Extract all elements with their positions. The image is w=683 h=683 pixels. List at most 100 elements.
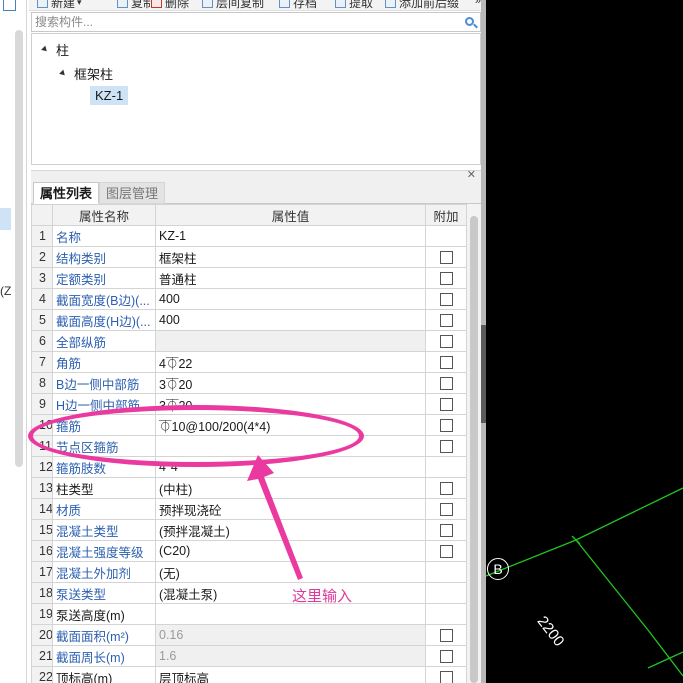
property-tabs: 属性列表 图层管理 xyxy=(31,182,481,204)
extra-checkbox[interactable] xyxy=(439,251,453,265)
property-value[interactable]: 预拌现浇砼 xyxy=(155,498,426,520)
property-value[interactable]: 400 xyxy=(155,309,426,331)
extra-checkbox[interactable] xyxy=(439,524,453,538)
property-name: 节点区箍筋 xyxy=(52,435,156,457)
property-value[interactable]: KZ-1 xyxy=(155,225,426,247)
property-value[interactable]: 3⏁20 xyxy=(155,393,426,415)
table-row[interactable]: 22 顶标高(m) 层顶标高 xyxy=(31,666,467,683)
property-name: 材质 xyxy=(52,498,156,520)
tree-node-frame-column[interactable]: 框架柱 xyxy=(59,64,113,83)
extra-checkbox[interactable] xyxy=(439,545,453,559)
property-scrollbar[interactable] xyxy=(467,204,481,683)
property-value[interactable]: 框架柱 xyxy=(155,246,426,268)
tree-node-kz1[interactable]: KZ-1 xyxy=(90,86,129,105)
table-row[interactable]: 16 混凝土强度等级 (C20) xyxy=(31,540,467,562)
property-value[interactable]: 1.6 xyxy=(155,645,426,667)
extra-checkbox[interactable] xyxy=(439,272,453,286)
property-value[interactable]: (预拌混凝土) xyxy=(155,519,426,541)
row-number: 3 xyxy=(31,267,53,289)
property-value[interactable] xyxy=(155,330,426,352)
table-row[interactable]: 19 泵送高度(m) xyxy=(31,603,467,625)
property-value[interactable]: 4⏁22 xyxy=(155,351,426,373)
table-row[interactable]: 6 全部纵筋 xyxy=(31,330,467,352)
property-value[interactable]: ⏁10@100/200(4*4) xyxy=(155,414,426,436)
table-row[interactable]: 10 箍筋 ⏁10@100/200(4*4) xyxy=(31,414,467,436)
property-name: 混凝土强度等级 xyxy=(52,540,156,562)
property-name: 箍筋肢数 xyxy=(52,456,156,478)
table-row[interactable]: 3 定额类别 普通柱 xyxy=(31,267,467,289)
table-row[interactable]: 4 截面宽度(B边)(... 400 xyxy=(31,288,467,310)
close-icon[interactable]: ✕ xyxy=(467,168,476,181)
property-name: 混凝土外加剂 xyxy=(52,561,156,583)
extra-checkbox[interactable] xyxy=(439,293,453,307)
archive-button[interactable]: 存档 xyxy=(279,0,317,10)
floor-copy-button[interactable]: 层间复制 xyxy=(202,0,264,10)
property-value[interactable] xyxy=(155,435,426,457)
partial-text: (Z xyxy=(0,284,12,298)
property-value[interactable]: 4*4 xyxy=(155,456,426,478)
extra-checkbox[interactable] xyxy=(439,503,453,517)
table-row[interactable]: 8 B边一侧中部筋 3⏁20 xyxy=(31,372,467,394)
property-value[interactable]: 3⏁20 xyxy=(155,372,426,394)
extra-checkbox[interactable] xyxy=(439,671,453,683)
table-row[interactable]: 1 名称 KZ-1 xyxy=(31,225,467,247)
table-row[interactable]: 12 箍筋肢数 4*4 xyxy=(31,456,467,478)
expand-triangle-icon[interactable] xyxy=(59,69,67,78)
table-row[interactable]: 13 柱类型 (中柱) xyxy=(31,477,467,499)
left-scrollbar[interactable] xyxy=(15,30,23,467)
panel-icon[interactable] xyxy=(3,0,16,11)
extra-checkbox[interactable] xyxy=(439,440,453,454)
row-number: 22 xyxy=(31,666,53,683)
property-value[interactable]: (无) xyxy=(155,561,426,583)
search-icon[interactable] xyxy=(465,17,474,26)
extra-cell xyxy=(425,582,467,604)
table-row[interactable]: 20 截面面积(m²) 0.16 xyxy=(31,624,467,646)
tab-layer-management[interactable]: 图层管理 xyxy=(99,182,166,204)
property-value[interactable]: 普通柱 xyxy=(155,267,426,289)
scroll-thumb[interactable] xyxy=(470,216,478,683)
table-row[interactable]: 5 截面高度(H边)(... 400 xyxy=(31,309,467,331)
extra-checkbox[interactable] xyxy=(439,482,453,496)
table-row[interactable]: 2 结构类别 框架柱 xyxy=(31,246,467,268)
property-value[interactable] xyxy=(155,603,426,625)
table-row[interactable]: 18 泵送类型 (混凝土泵) xyxy=(31,582,467,604)
extract-button[interactable]: 提取 xyxy=(335,0,373,10)
extra-checkbox[interactable] xyxy=(439,398,453,412)
add-prefix-suffix-button[interactable]: 添加前后缀 xyxy=(385,0,459,10)
property-name: 全部纵筋 xyxy=(52,330,156,352)
extra-checkbox[interactable] xyxy=(439,356,453,370)
delete-button[interactable]: 删除 xyxy=(151,0,189,10)
row-number: 12 xyxy=(31,456,53,478)
property-value[interactable]: 0.16 xyxy=(155,624,426,646)
extra-checkbox[interactable] xyxy=(439,335,453,349)
property-value[interactable]: (C20) xyxy=(155,540,426,562)
component-toolbar: 新建 ▾ 复制 删除 层间复制 存档 提取 添加前后缀 » xyxy=(29,0,485,11)
tab-property-list[interactable]: 属性列表 xyxy=(33,182,100,204)
expand-triangle-icon[interactable] xyxy=(41,45,49,54)
table-row[interactable]: 11 节点区箍筋 xyxy=(31,435,467,457)
table-row[interactable]: 14 材质 预拌现浇砼 xyxy=(31,498,467,520)
selected-item-highlight[interactable] xyxy=(0,208,11,230)
property-value[interactable]: (混凝土泵) xyxy=(155,582,426,604)
table-row[interactable]: 7 角筋 4⏁22 xyxy=(31,351,467,373)
extra-checkbox[interactable] xyxy=(439,629,453,643)
cad-canvas[interactable] xyxy=(486,0,683,683)
copy-button[interactable]: 复制 xyxy=(117,0,155,10)
search-input[interactable] xyxy=(32,13,452,31)
table-row[interactable]: 17 混凝土外加剂 (无) xyxy=(31,561,467,583)
table-row[interactable]: 21 截面周长(m) 1.6 xyxy=(31,645,467,667)
table-row[interactable]: 9 H边一侧中部筋 3⏁20 xyxy=(31,393,467,415)
table-row[interactable]: 15 混凝土类型 (预拌混凝土) xyxy=(31,519,467,541)
extra-checkbox[interactable] xyxy=(439,314,453,328)
extra-checkbox[interactable] xyxy=(439,419,453,433)
property-value[interactable]: (中柱) xyxy=(155,477,426,499)
property-value[interactable]: 层顶标高 xyxy=(155,666,426,683)
extra-cell xyxy=(425,435,467,457)
tree-node-column[interactable]: 柱 xyxy=(41,40,69,59)
extra-checkbox[interactable] xyxy=(439,650,453,664)
new-button[interactable]: 新建 ▾ xyxy=(37,0,82,10)
extra-cell xyxy=(425,414,467,436)
row-number: 13 xyxy=(31,477,53,499)
extra-checkbox[interactable] xyxy=(439,377,453,391)
property-value[interactable]: 400 xyxy=(155,288,426,310)
